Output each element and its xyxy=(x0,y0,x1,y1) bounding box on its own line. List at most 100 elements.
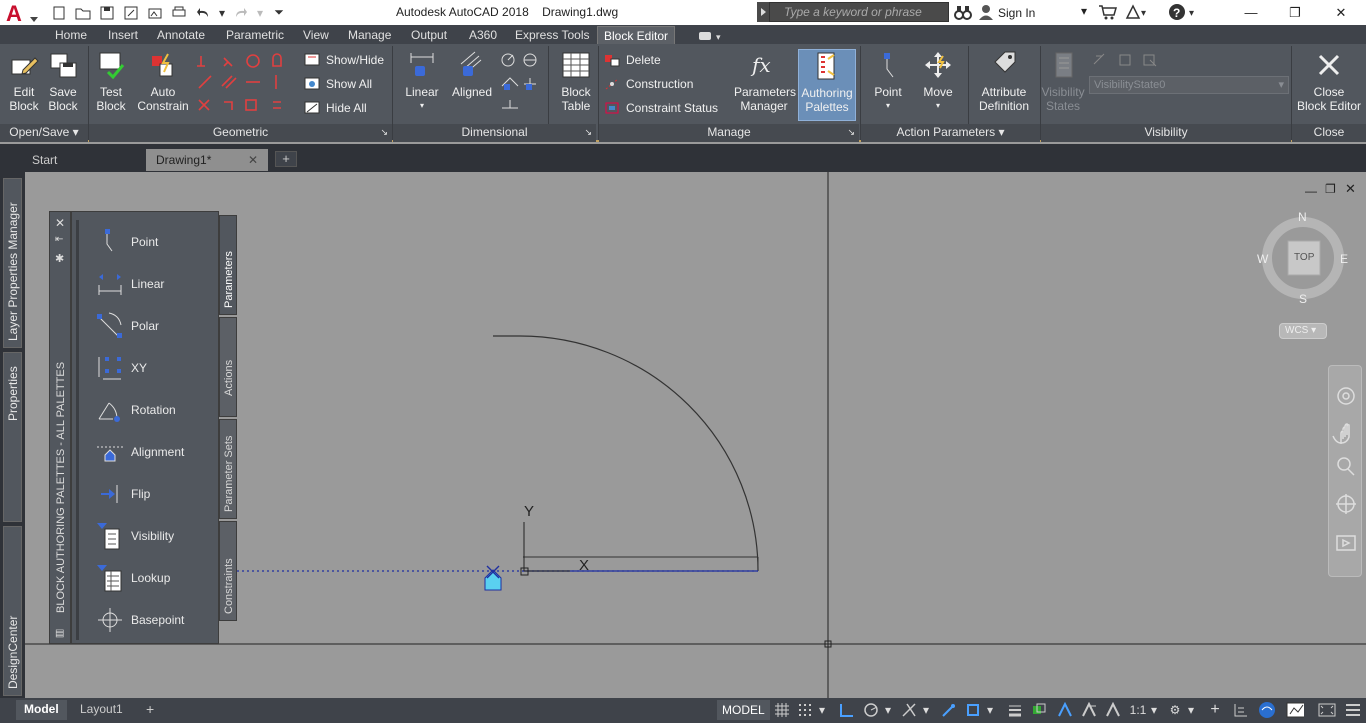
hardware-acceleration-icon[interactable] xyxy=(1286,701,1304,719)
close-tab-icon[interactable]: ✕ xyxy=(248,153,258,167)
block-table-button[interactable]: Block Table xyxy=(556,50,596,113)
new-layout-button[interactable]: + xyxy=(138,699,162,719)
manage-dialog-launcher-icon[interactable]: ↘ xyxy=(847,124,855,141)
customize-qat-icon[interactable]: ⏷ xyxy=(270,4,288,22)
edit-block-button[interactable]: Edit Block xyxy=(6,50,42,113)
visibility-state-dropdown-icon[interactable]: ▾ xyxy=(1278,78,1284,91)
test-block-button[interactable]: Test Block xyxy=(92,50,130,113)
viewcube-top-face[interactable]: TOP xyxy=(1294,252,1314,263)
open-icon[interactable] xyxy=(74,4,92,22)
compass-east[interactable]: E xyxy=(1340,252,1348,266)
palette-close-icon[interactable]: ✕ xyxy=(55,216,65,230)
redo-dropdown-icon[interactable]: ▾ xyxy=(256,4,264,22)
restore-window-button[interactable]: ❐ xyxy=(1272,0,1318,25)
viewcube[interactable]: TOP N S E W xyxy=(1257,210,1348,306)
palette-autohide-icon[interactable]: ⇤ xyxy=(55,234,63,245)
isodraft-icon[interactable] xyxy=(900,701,918,719)
compass-south[interactable]: S xyxy=(1299,292,1307,306)
undo-dropdown-icon[interactable]: ▾ xyxy=(218,4,226,22)
pan-icon[interactable] xyxy=(1333,426,1359,452)
visibility-state-select[interactable]: VisibilityState0 ▾ xyxy=(1089,76,1289,94)
clean-screen-icon[interactable] xyxy=(1318,701,1336,719)
move-action-button[interactable]: Move ▾ xyxy=(918,50,958,113)
save-as-icon[interactable] xyxy=(122,4,140,22)
tab-a360[interactable]: A360 xyxy=(463,26,503,44)
orbit-icon[interactable] xyxy=(1333,492,1359,518)
tab-home[interactable]: Home xyxy=(49,26,93,44)
application-menu-button[interactable]: A xyxy=(0,0,42,26)
tab-express-tools[interactable]: Express Tools xyxy=(509,26,595,44)
units-icon[interactable] xyxy=(1232,701,1250,719)
save-icon[interactable] xyxy=(98,4,116,22)
palette-item-xy[interactable]: XY xyxy=(95,351,147,385)
palette-title-strip[interactable]: ✕ ⇤ ✱ BLOCK AUTHORING PALETTES - ALL PAL… xyxy=(49,211,71,644)
selection-cycling-icon[interactable] xyxy=(1030,701,1048,719)
polar-tracking-icon[interactable] xyxy=(862,701,880,719)
palette-item-alignment[interactable]: Alignment xyxy=(95,435,184,469)
close-block-editor-button[interactable]: Close Block Editor xyxy=(1294,50,1364,113)
search-expand-icon[interactable] xyxy=(757,2,769,22)
viewport-close-button[interactable]: ✕ xyxy=(1345,181,1356,197)
wcs-dropdown-icon[interactable]: ▾ xyxy=(1311,325,1316,336)
attribute-definition-button[interactable]: Attribute Definition xyxy=(974,50,1034,113)
wcs-menu[interactable]: WCS ▾ xyxy=(1279,323,1327,339)
workspace-dropdown-icon[interactable]: ▾ xyxy=(1185,701,1197,719)
close-window-button[interactable]: ✕ xyxy=(1318,0,1364,25)
minimize-window-button[interactable]: — xyxy=(1228,0,1274,25)
auto-scale-icon[interactable] xyxy=(1080,701,1098,719)
palette-item-linear[interactable]: Linear xyxy=(95,267,164,301)
dimensional-panel-title[interactable]: Dimensional ↘ xyxy=(393,124,596,142)
palette-tab-parameter-sets[interactable]: Parameter Sets xyxy=(219,419,237,519)
sign-in-link[interactable]: Sign In xyxy=(998,6,1035,20)
constraint-status-button[interactable]: Constraint Status xyxy=(604,98,718,118)
compass-north[interactable]: N xyxy=(1298,210,1307,224)
annotation-scale-icon[interactable] xyxy=(1104,701,1122,719)
grid-icon[interactable] xyxy=(773,701,791,719)
ortho-icon[interactable] xyxy=(838,701,856,719)
polar-dropdown-icon[interactable]: ▾ xyxy=(882,701,894,719)
sign-in-dropdown-icon[interactable]: ▾ xyxy=(1081,4,1087,18)
tab-output[interactable]: Output xyxy=(405,26,453,44)
model-space-toggle[interactable]: MODEL xyxy=(717,700,770,720)
authoring-palettes-button[interactable]: Authoring Palettes xyxy=(798,49,856,121)
autodesk-app-store-icon[interactable] xyxy=(1098,3,1118,24)
palette-item-polar[interactable]: Polar xyxy=(95,309,159,343)
redo-icon[interactable] xyxy=(232,4,250,22)
palette-tab-actions[interactable]: Actions xyxy=(219,317,237,417)
file-tab-start[interactable]: Start xyxy=(18,149,144,171)
palette-item-flip[interactable]: Flip xyxy=(95,477,150,511)
palette-tab-parameters[interactable]: Parameters xyxy=(219,215,237,315)
search-box[interactable] xyxy=(769,2,949,22)
tab-manage[interactable]: Manage xyxy=(342,26,397,44)
zoom-extents-icon[interactable] xyxy=(1333,456,1359,482)
snap-dropdown-icon[interactable]: ▾ xyxy=(816,701,828,719)
annotation-scale-dropdown-icon[interactable]: ▾ xyxy=(1148,701,1160,719)
parameters-manager-button[interactable]: fx Parameters Manager xyxy=(734,50,796,113)
palette-item-point[interactable]: Point xyxy=(95,225,158,259)
object-snap-dropdown-icon[interactable]: ▾ xyxy=(984,701,996,719)
move-dropdown-icon[interactable]: ▾ xyxy=(918,99,958,113)
help-icon[interactable]: ? ▾ xyxy=(1168,3,1200,24)
palette-item-rotation[interactable]: Rotation xyxy=(95,393,176,427)
manage-panel-title[interactable]: Manage ↘ xyxy=(599,124,859,142)
layout-tab-layout1[interactable]: Layout1 xyxy=(72,700,134,720)
auto-constrain-button[interactable]: Auto Constrain xyxy=(136,50,190,113)
search-input[interactable] xyxy=(770,5,948,19)
point-dropdown-icon[interactable]: ▾ xyxy=(868,99,908,113)
side-tab-designcenter[interactable]: DesignCenter xyxy=(3,526,22,696)
tab-insert[interactable]: Insert xyxy=(102,26,144,44)
tab-block-editor[interactable]: Block Editor xyxy=(597,26,676,44)
binoculars-icon[interactable] xyxy=(954,3,972,24)
lineweight-icon[interactable] xyxy=(1006,701,1024,719)
workspace-gear-icon[interactable]: ⚙ xyxy=(1166,701,1184,719)
side-tab-layer-properties-manager[interactable]: Layer Properties Manager xyxy=(3,178,22,348)
viewport-minimize-button[interactable]: — xyxy=(1305,184,1317,198)
palette-item-basepoint[interactable]: Basepoint xyxy=(95,603,184,637)
show-hide-button[interactable]: Show/Hide xyxy=(304,50,384,70)
linear-dropdown-icon[interactable]: ▾ xyxy=(402,99,442,113)
viewport-restore-button[interactable]: ❐ xyxy=(1325,182,1336,196)
open-save-panel-title[interactable]: Open/Save ▾ xyxy=(0,124,88,142)
isodraft-dropdown-icon[interactable]: ▾ xyxy=(920,701,932,719)
undo-icon[interactable] xyxy=(194,4,212,22)
object-snap-icon[interactable] xyxy=(964,701,982,719)
